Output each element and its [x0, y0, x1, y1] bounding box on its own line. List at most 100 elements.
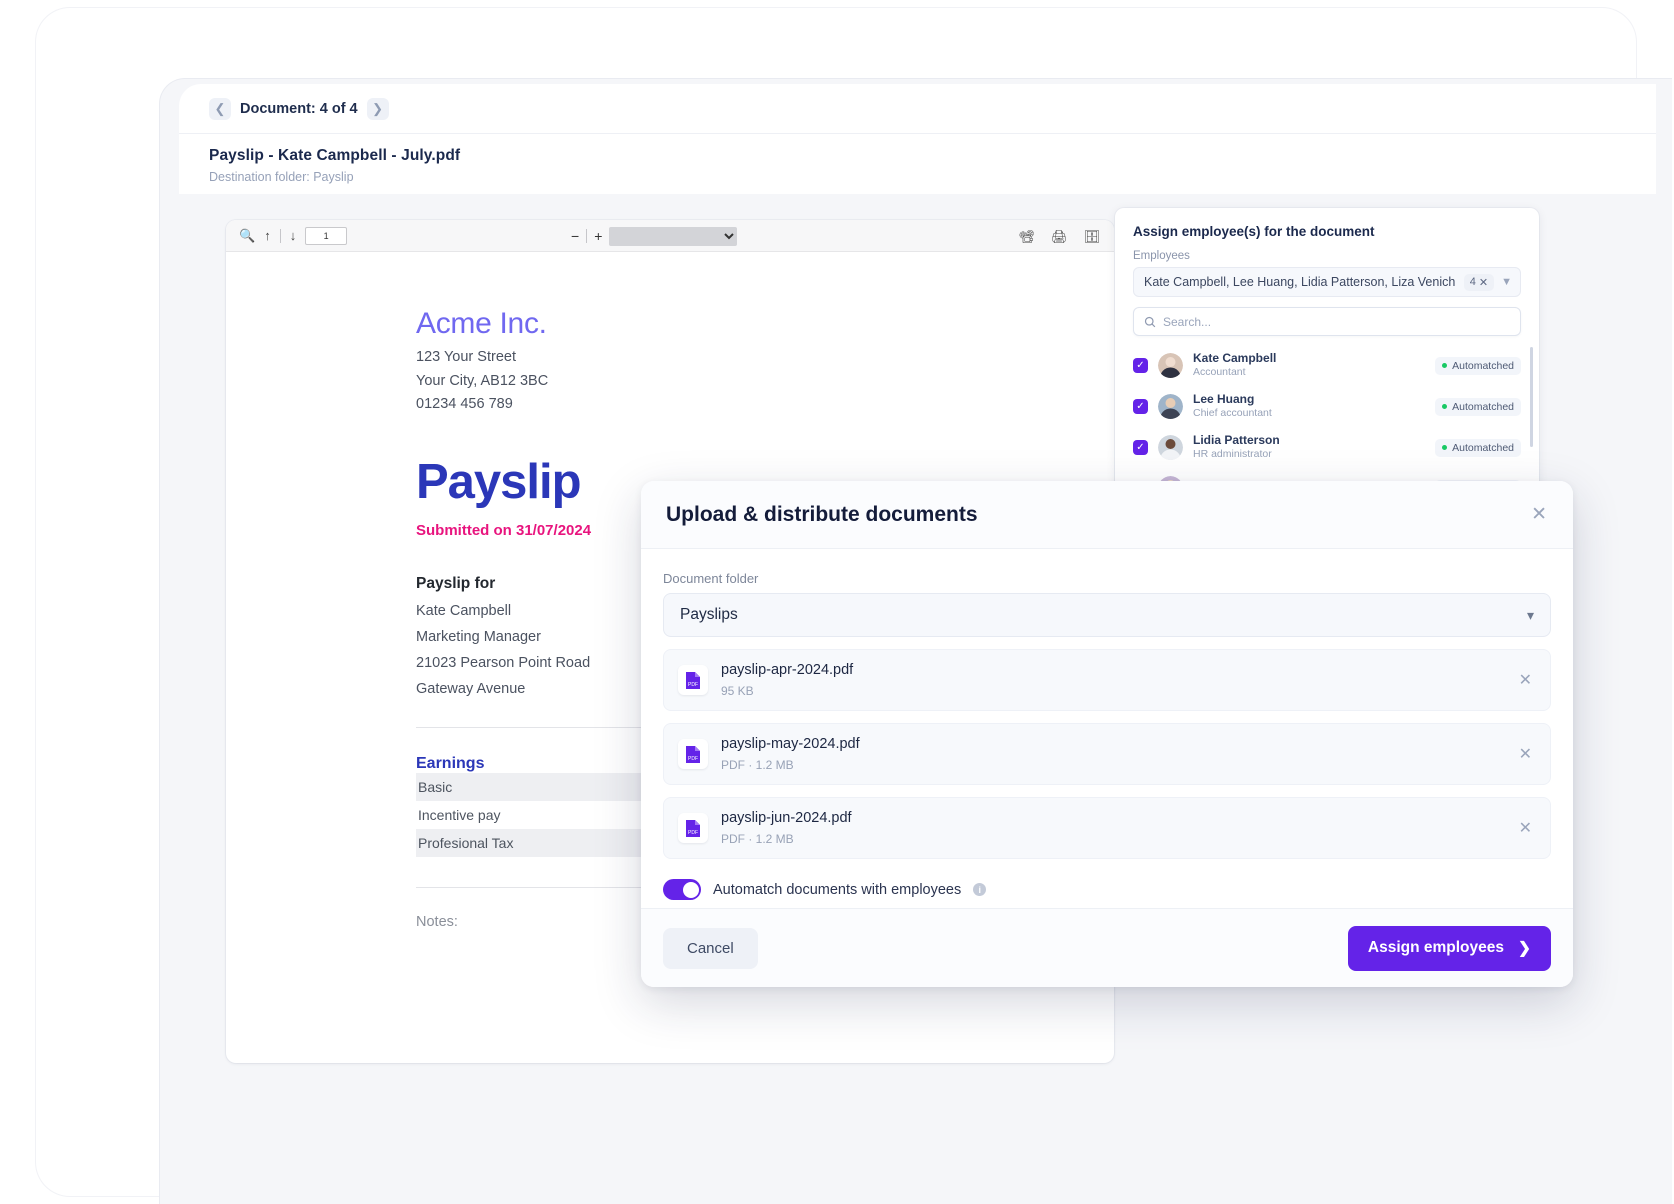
- chevron-right-icon: ❯: [1518, 939, 1531, 957]
- chevron-down-icon: ▾: [1526, 606, 1534, 623]
- employee-list-scrollbar[interactable]: [1530, 347, 1533, 447]
- automatch-setting: Automatch documents with employees i: [663, 879, 1551, 900]
- pdf-file-icon: PDF: [678, 665, 708, 695]
- employee-name: Lee Huang: [1193, 392, 1255, 407]
- svg-text:PDF: PDF: [688, 830, 698, 836]
- status-badge: Automatched: [1435, 438, 1521, 457]
- status-dot-icon: [1442, 363, 1448, 368]
- modal-title: Upload & distribute documents: [666, 502, 978, 526]
- automatch-toggle[interactable]: [663, 879, 701, 900]
- employee-info: Lee Huang Chief accountant: [1193, 392, 1272, 420]
- status-badge-label: Automatched: [1452, 359, 1514, 372]
- save-icon[interactable]: 🗄: [1083, 230, 1100, 243]
- status-badge: Automatched: [1435, 356, 1521, 375]
- assign-employees-button[interactable]: Assign employees ❯: [1347, 925, 1551, 971]
- list-item: PDF payslip-jun-2024.pdf PDF · 1.2 MB ✕: [663, 797, 1551, 859]
- pdf-address-line: 01234 456 789: [416, 396, 513, 412]
- document-filename: Payslip - Kate Campbell - July.pdf: [209, 147, 461, 164]
- document-pager: ❮ Document: 4 of 4 ❯: [179, 84, 1656, 134]
- pdf-file-icon: PDF: [678, 813, 708, 843]
- assign-employees-label: Assign employees: [1367, 939, 1504, 956]
- status-badge-label: Automatched: [1452, 400, 1514, 413]
- zoom-in-button[interactable]: +: [594, 228, 602, 244]
- modal-footer: Cancel Assign employees ❯: [641, 908, 1573, 987]
- file-info: payslip-may-2024.pdf PDF · 1.2 MB: [721, 735, 860, 773]
- employee-checkbox[interactable]: ✓: [1133, 358, 1148, 373]
- document-folder-select[interactable]: Payslips ▾: [663, 593, 1551, 637]
- document-destination: Destination folder: Payslip: [209, 170, 354, 184]
- file-meta: PDF · 1.2 MB: [721, 757, 794, 772]
- file-info: payslip-apr-2024.pdf 95 KB: [721, 661, 853, 699]
- pdf-company-name: Acme Inc.: [416, 307, 547, 340]
- prev-document-button[interactable]: ❮: [209, 97, 231, 120]
- file-meta: PDF · 1.2 MB: [721, 831, 794, 846]
- status-badge-label: Automatched: [1452, 441, 1514, 454]
- employee-search-placeholder: Search...: [1163, 314, 1212, 329]
- pdf-file-icon: PDF: [678, 739, 708, 769]
- document-folder-label: Document folder: [663, 571, 759, 586]
- next-document-button[interactable]: ❯: [366, 97, 389, 120]
- modal-header: Upload & distribute documents ✕: [641, 481, 1573, 549]
- list-item[interactable]: ✓ Lidia Patterson HR administrator Autom…: [1133, 427, 1521, 468]
- pdf-address-line: Your City, AB12 3BC: [416, 372, 549, 389]
- employee-name: Lidia Patterson: [1193, 433, 1280, 448]
- arrow-up-icon[interactable]: ↑: [264, 229, 271, 242]
- avatar: [1158, 353, 1183, 378]
- pdf-page-input[interactable]: [305, 226, 348, 245]
- file-info: payslip-jun-2024.pdf PDF · 1.2 MB: [721, 809, 852, 847]
- search-icon[interactable]: 🔍: [239, 229, 255, 242]
- list-item[interactable]: ✓ Lee Huang Chief accountant Automatched: [1133, 386, 1521, 427]
- document-pager-label: Document: 4 of 4: [240, 100, 358, 117]
- employee-info: Lidia Patterson HR administrator: [1193, 433, 1280, 461]
- svg-text:PDF: PDF: [688, 682, 698, 688]
- remove-file-button[interactable]: ✕: [1519, 818, 1532, 838]
- close-icon[interactable]: ✕: [1479, 276, 1488, 289]
- selected-employees-value: Kate Campbell, Lee Huang, Lidia Patterso…: [1144, 275, 1456, 289]
- employees-field-label: Employees: [1133, 250, 1190, 262]
- chevron-down-icon[interactable]: ▼: [1501, 276, 1512, 288]
- document-header-card: ❮ Document: 4 of 4 ❯ Payslip - Kate Camp…: [179, 84, 1656, 194]
- modal-body: Document folder Payslips ▾ PDF payslip-a…: [641, 549, 1573, 939]
- close-icon[interactable]: ✕: [1531, 505, 1547, 524]
- remove-file-button[interactable]: ✕: [1519, 744, 1532, 764]
- zoom-level-select[interactable]: [609, 226, 738, 246]
- file-name: payslip-may-2024.pdf: [721, 736, 860, 753]
- employee-info: Kate Campbell Accountant: [1193, 351, 1276, 379]
- employee-search-input[interactable]: Search...: [1133, 307, 1521, 336]
- assign-panel-title: Assign employee(s) for the document: [1133, 224, 1375, 239]
- pdf-toolbar: 🔍 ↑ ↓ − + 📽 🖨 🗄: [226, 220, 1114, 252]
- pdf-address-line: 123 Your Street: [416, 349, 516, 365]
- info-icon[interactable]: i: [973, 883, 987, 896]
- status-dot-icon: [1442, 445, 1448, 450]
- selected-count-badge[interactable]: 4 ✕: [1463, 273, 1495, 291]
- document-title-block: Payslip - Kate Campbell - July.pdf Desti…: [179, 134, 460, 184]
- file-meta: 95 KB: [721, 683, 754, 698]
- automatch-label: Automatch documents with employees: [713, 881, 962, 898]
- search-icon: [1144, 316, 1156, 327]
- employee-role: HR administrator: [1193, 448, 1272, 461]
- employee-role: Accountant: [1193, 366, 1246, 379]
- employee-checkbox[interactable]: ✓: [1133, 399, 1148, 414]
- avatar: [1158, 435, 1183, 460]
- file-name: payslip-jun-2024.pdf: [721, 810, 852, 827]
- cancel-button[interactable]: Cancel: [663, 927, 758, 969]
- employees-multiselect[interactable]: Kate Campbell, Lee Huang, Lidia Patterso…: [1133, 267, 1521, 297]
- toolbar-divider: [586, 229, 588, 243]
- upload-distribute-modal: Upload & distribute documents ✕ Document…: [641, 481, 1573, 987]
- employee-name: Kate Campbell: [1193, 351, 1277, 366]
- presentation-icon[interactable]: 📽: [1018, 230, 1035, 243]
- print-icon[interactable]: 🖨: [1051, 230, 1068, 243]
- remove-file-button[interactable]: ✕: [1519, 670, 1532, 690]
- list-item: PDF payslip-apr-2024.pdf 95 KB ✕: [663, 649, 1551, 711]
- list-item: PDF payslip-may-2024.pdf PDF · 1.2 MB ✕: [663, 723, 1551, 785]
- svg-text:PDF: PDF: [688, 756, 698, 762]
- selected-count-value: 4: [1469, 276, 1476, 288]
- toolbar-divider: [279, 228, 281, 243]
- avatar: [1158, 394, 1183, 419]
- zoom-out-button[interactable]: −: [571, 228, 579, 244]
- status-dot-icon: [1442, 404, 1448, 409]
- list-item[interactable]: ✓ Kate Campbell Accountant Automatched: [1133, 345, 1521, 386]
- arrow-down-icon[interactable]: ↓: [290, 229, 297, 242]
- file-name: payslip-apr-2024.pdf: [721, 662, 854, 679]
- employee-checkbox[interactable]: ✓: [1133, 440, 1148, 455]
